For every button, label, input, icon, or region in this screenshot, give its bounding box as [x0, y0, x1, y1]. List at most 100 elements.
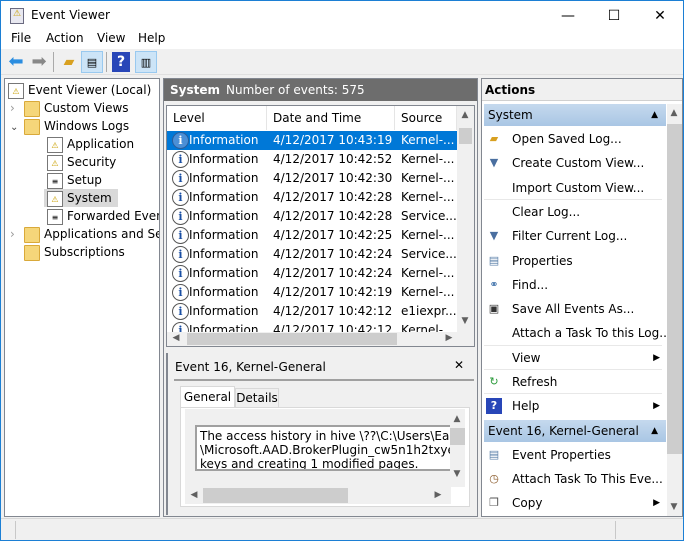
scroll-left-icon[interactable]: ◀	[187, 490, 201, 500]
actions-group-header[interactable]: Event 16, Kernel-General ▲	[484, 419, 666, 442]
description-vertical-scrollbar[interactable]: ▲ ▼	[450, 409, 465, 487]
action-find[interactable]: ⚭ Find...	[484, 273, 664, 297]
filter-icon: ▼	[489, 156, 499, 170]
tab-general[interactable]: General	[180, 386, 235, 408]
scroll-up-icon[interactable]: ▲	[450, 414, 464, 424]
action-help[interactable]: ? Help ▶	[484, 394, 664, 418]
action-create-custom-view[interactable]: ▼ Create Custom View...	[484, 151, 664, 175]
action-save-all-events-as[interactable]: ▣ Save All Events As...	[484, 297, 664, 321]
group-title: System	[488, 108, 533, 122]
horizontal-scrollbar[interactable]: ◀ ▶	[167, 332, 474, 346]
refresh-icon: ↻	[489, 375, 499, 388]
forward-arrow-icon[interactable]: ➡	[28, 51, 50, 73]
collapse-triangle-icon[interactable]: ▲	[651, 420, 658, 442]
tree-label: Setup	[67, 173, 102, 187]
column-header-source[interactable]: Source	[395, 106, 457, 130]
information-icon: i	[172, 189, 189, 206]
table-row[interactable]: i Information 4/12/2017 10:42:30 PM Kern…	[167, 169, 457, 188]
scroll-down-icon[interactable]: ▼	[450, 469, 464, 479]
scroll-up-icon[interactable]: ▲	[667, 108, 681, 118]
scrollbar-thumb[interactable]	[187, 333, 397, 345]
action-refresh[interactable]: ↻ Refresh	[484, 370, 664, 394]
cell-date: 4/12/2017 10:42:24 PM	[273, 266, 395, 280]
show-hide-tree-icon[interactable]: ▤	[81, 51, 103, 73]
close-button[interactable]: ✕	[637, 1, 683, 31]
menu-file[interactable]: File	[11, 31, 31, 45]
show-hide-action-pane-icon[interactable]: ▥	[135, 51, 157, 73]
tree-item-subscriptions[interactable]: Subscriptions	[24, 243, 125, 261]
open-folder-icon: ▰	[489, 132, 499, 145]
scrollbar-thumb[interactable]	[667, 124, 682, 454]
tree-item-system[interactable]: ⚠ System	[44, 189, 118, 207]
table-row[interactable]: i Information 4/12/2017 10:42:24 PM Kern…	[167, 264, 457, 283]
actions-group-header[interactable]: System ▲	[484, 104, 666, 126]
tree-item-forwarded-events[interactable]: ≡ Forwarded Events	[47, 207, 159, 225]
collapse-chevron-icon[interactable]: ⌄	[10, 119, 24, 137]
actions-scrollbar[interactable]: ▲ ▼	[667, 104, 682, 516]
event-description-text[interactable]: The access history in hive \??\C:\Users\…	[195, 425, 450, 471]
scroll-down-icon[interactable]: ▼	[667, 502, 681, 512]
column-header-level[interactable]: Level	[167, 106, 267, 130]
menu-action[interactable]: Action	[46, 31, 84, 45]
collapse-triangle-icon[interactable]: ▲	[651, 104, 658, 126]
close-detail-button[interactable]: ✕	[454, 358, 464, 372]
tree-item-event-viewer-local[interactable]: ⚠ Event Viewer (Local)	[8, 81, 151, 99]
scrollbar-thumb[interactable]	[459, 128, 472, 144]
table-row[interactable]: i Information 4/12/2017 10:42:52 PM Kern…	[167, 150, 457, 169]
scrollbar-thumb[interactable]	[450, 428, 465, 445]
tree-item-application[interactable]: ⚠ Application	[47, 135, 134, 153]
table-row[interactable]: i Information 4/12/2017 10:42:19 PM Kern…	[167, 283, 457, 302]
tree-item-security[interactable]: ⚠ Security	[47, 153, 116, 171]
cell-date: 4/12/2017 10:43:19 PM	[273, 133, 395, 147]
help-icon[interactable]: ?	[112, 52, 130, 72]
action-event-properties[interactable]: ▤ Event Properties	[484, 443, 664, 467]
submenu-arrow-icon: ▶	[653, 352, 660, 363]
action-attach-task-to-this-eve[interactable]: ◷ Attach Task To This Eve...	[484, 467, 664, 491]
tree-label: Security	[67, 155, 117, 169]
action-import-custom-view[interactable]: Import Custom View...	[484, 176, 664, 200]
scroll-up-icon[interactable]: ▲	[458, 110, 472, 120]
action-clear-log[interactable]: Clear Log...	[484, 200, 664, 224]
scroll-left-icon[interactable]: ◀	[169, 333, 183, 343]
table-row[interactable]: i Information 4/12/2017 10:43:19 PM Kern…	[167, 131, 457, 150]
tree-item-custom-views[interactable]: › Custom Views	[10, 99, 129, 117]
action-copy[interactable]: ❐ Copy ▶	[484, 491, 664, 515]
menu-view[interactable]: View	[97, 31, 125, 45]
log-icon: ≡	[47, 208, 63, 225]
action-filter-current-log[interactable]: ▼ Filter Current Log...	[484, 224, 664, 248]
table-row[interactable]: i Information 4/12/2017 10:42:12 PM e1ie…	[167, 302, 457, 321]
expand-chevron-icon[interactable]: ›	[10, 99, 24, 117]
tree-item-setup[interactable]: ≡ Setup	[47, 171, 102, 189]
description-horizontal-scrollbar[interactable]: ◀ ▶	[185, 487, 451, 504]
scrollbar-thumb[interactable]	[203, 488, 348, 503]
event-count: Number of events: 575	[226, 83, 365, 97]
expand-chevron-icon[interactable]: ›	[10, 225, 24, 243]
cell-source: Kernel-...	[401, 228, 455, 242]
action-open-saved-log[interactable]: ▰ Open Saved Log...	[484, 127, 664, 151]
table-row[interactable]: i Information 4/12/2017 10:42:25 PM Kern…	[167, 226, 457, 245]
event-viewer-app-icon: ⚠	[10, 8, 24, 24]
tree-item-applications-services[interactable]: › Applications and Services Logs	[10, 225, 159, 243]
scroll-right-icon[interactable]: ▶	[431, 490, 445, 500]
tree-item-windows-logs[interactable]: ⌄ Windows Logs	[10, 117, 129, 135]
action-label: Properties	[512, 253, 573, 268]
submenu-arrow-icon: ▶	[653, 401, 660, 412]
table-row[interactable]: i Information 4/12/2017 10:42:28 PM Serv…	[167, 207, 457, 226]
vertical-scrollbar[interactable]: ▲ ▼	[457, 106, 474, 332]
table-row[interactable]: i Information 4/12/2017 10:42:28 PM Kern…	[167, 188, 457, 207]
action-view[interactable]: View ▶	[484, 346, 664, 370]
menu-help[interactable]: Help	[138, 31, 165, 45]
scroll-down-icon[interactable]: ▼	[458, 316, 472, 326]
tree-label: Application	[67, 137, 135, 151]
action-attach-a-task-to-this-log[interactable]: Attach a Task To this Log...	[484, 321, 671, 345]
minimize-button[interactable]: —	[545, 1, 591, 31]
column-header-date[interactable]: Date and Time	[267, 106, 395, 130]
table-row[interactable]: i Information 4/12/2017 10:42:24 PM Serv…	[167, 245, 457, 264]
scroll-right-icon[interactable]: ▶	[442, 333, 456, 343]
maximize-button[interactable]: ☐	[591, 1, 637, 31]
up-folder-icon[interactable]: ▰	[58, 51, 80, 73]
action-properties[interactable]: ▤ Properties	[484, 249, 664, 273]
back-arrow-icon[interactable]: ⬅	[5, 51, 27, 73]
tab-details[interactable]: Details	[235, 388, 279, 408]
cell-source: Kernel-...	[401, 266, 455, 280]
